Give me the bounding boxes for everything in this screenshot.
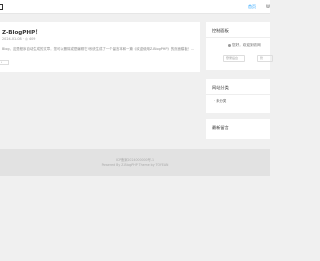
- nav-item-next[interactable]: W: [266, 4, 270, 9]
- welcome-label: 您好，欢迎到访网: [232, 43, 261, 47]
- welcome-text: 您好，欢迎到访网: [228, 43, 261, 48]
- login-button[interactable]: 登录后台: [223, 55, 245, 62]
- footer-powered: Powered By Z-BlogPHP Theme by TOYEAN: [101, 163, 169, 167]
- logo-mark-icon[interactable]: [0, 4, 3, 10]
- category-panel: 网站分类 · 未分类: [206, 79, 270, 113]
- panel-divider: [206, 37, 270, 38]
- category-panel-title: 网站分类: [212, 85, 229, 90]
- read-more-button[interactable]: ›: [0, 60, 9, 65]
- panel-divider: [206, 94, 270, 95]
- footer-icp[interactable]: ICP备案2024000000号-1: [0, 157, 270, 162]
- control-panel-title: 控制面板: [212, 28, 229, 33]
- post-title[interactable]: Z-BlogPHP！: [2, 28, 41, 36]
- post-meta: 2024-01-08 · ◎ 409: [2, 37, 36, 41]
- category-item[interactable]: · 未分类: [214, 98, 226, 103]
- top-navbar: 首页 W: [0, 0, 270, 14]
- post-excerpt: Blog，这是程序自动生成的文章，您可以删除或是编辑它!系统生成了一个留言本和一…: [2, 47, 195, 51]
- footer: ICP备案2024000000号-1 Powered By Z-BlogPHP …: [0, 149, 270, 176]
- user-icon: [228, 43, 231, 47]
- comments-panel-title: 最新留言: [212, 125, 229, 130]
- post-card: Z-BlogPHP！ 2024-01-08 · ◎ 409 Blog，这是程序自…: [0, 22, 200, 72]
- admin-button[interactable]: 管: [257, 55, 273, 62]
- control-panel: 控制面板 您好，欢迎到访网 登录后台 管: [206, 22, 273, 70]
- nav-item-home[interactable]: 首页: [248, 4, 256, 10]
- comments-panel: 最新留言: [206, 119, 270, 139]
